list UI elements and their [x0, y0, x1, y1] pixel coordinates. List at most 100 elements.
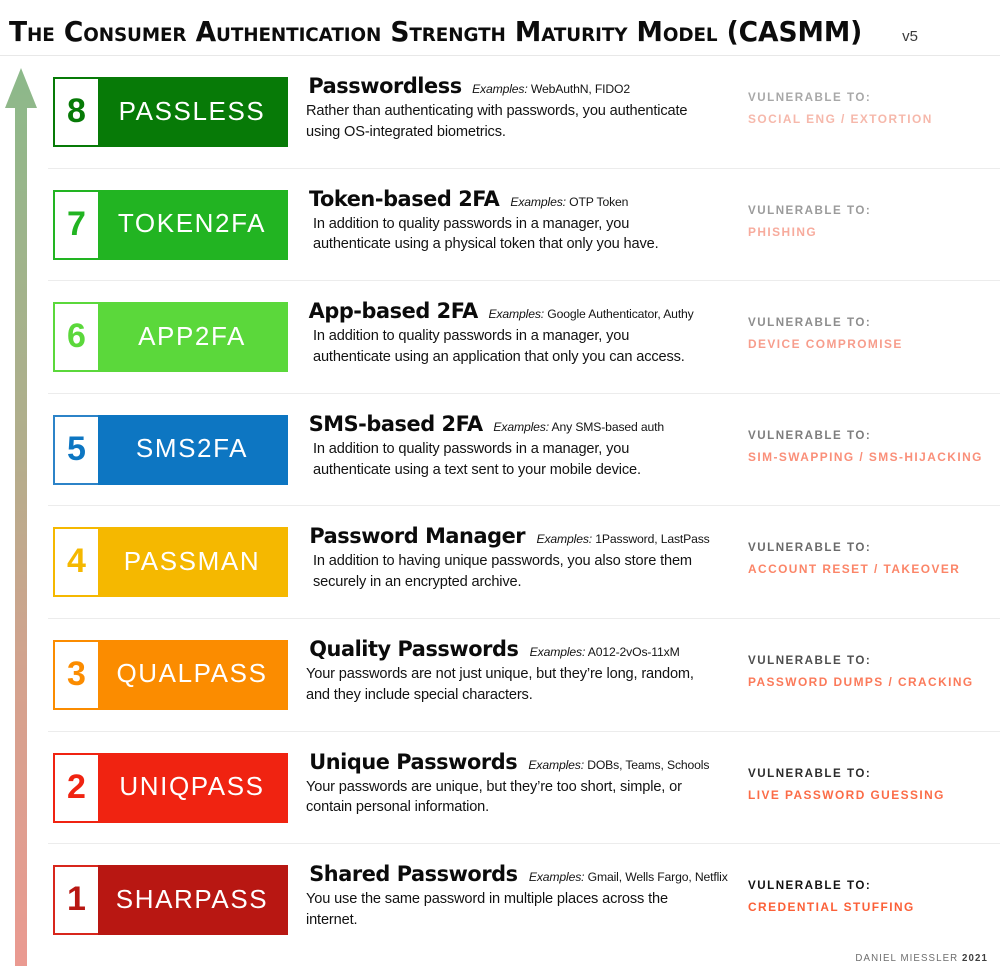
level-heading: SMS-based 2FA Examples: Any SMS-based au… — [306, 412, 706, 437]
level-badge[interactable]: 6 APP2FA — [53, 302, 288, 373]
maturity-row-7[interactable]: 7 TOKEN2FA Token-based 2FA Examples: OTP… — [48, 169, 1000, 282]
level-details: Unique Passwords Examples: DOBs, Teams, … — [306, 749, 710, 818]
vulnerability-block: VULNERABLE TO: PHISHING — [748, 204, 1000, 239]
maturity-row-3[interactable]: 3 QUALPASS Quality Passwords Examples: A… — [48, 619, 1000, 732]
vulnerability-block: VULNERABLE TO: LIVE PASSWORD GUESSING — [748, 767, 1000, 802]
vulnerable-to-value: PHISHING — [748, 224, 818, 239]
level-heading: Shared Passwords Examples: Gmail, Wells … — [306, 862, 728, 888]
maturity-row-2[interactable]: 2 UNIQPASS Unique Passwords Examples: DO… — [48, 732, 1000, 845]
page-header: The Consumer Authentication Strength Mat… — [0, 0, 1000, 56]
vulnerable-to-label: VULNERABLE TO: — [748, 203, 872, 217]
level-code-label: SHARPASS — [98, 865, 288, 936]
level-heading: App-based 2FA Examples: Google Authentic… — [306, 299, 706, 324]
level-examples: Examples: Any SMS-based auth — [493, 419, 665, 434]
level-title: SMS-based 2FA — [308, 411, 483, 437]
level-examples: Examples: OTP Token — [510, 194, 629, 209]
level-heading: Token-based 2FA Examples: OTP Token — [306, 187, 706, 212]
level-badge[interactable]: 3 QUALPASS — [53, 639, 288, 710]
page-title: The Consumer Authentication Strength Mat… — [9, 16, 863, 48]
level-badge[interactable]: 4 PASSMAN — [53, 527, 288, 598]
maturity-row-5[interactable]: 5 SMS2FA SMS-based 2FA Examples: Any SMS… — [48, 394, 1000, 507]
level-number: 7 — [53, 189, 98, 260]
header-inner: The Consumer Authentication Strength Mat… — [9, 16, 918, 48]
level-badge[interactable]: 7 TOKEN2FA — [53, 189, 288, 260]
level-description: Your passwords are not just unique, but … — [306, 665, 694, 703]
level-description: In addition to quality passwords in a ma… — [313, 215, 659, 253]
vulnerable-to-value: ACCOUNT RESET / TAKEOVER — [748, 562, 961, 577]
level-heading: Unique Passwords Examples: DOBs, Teams, … — [306, 749, 710, 775]
level-title: App-based 2FA — [308, 299, 479, 325]
vulnerability-block: VULNERABLE TO: PASSWORD DUMPS / CRACKING — [748, 654, 1000, 689]
vulnerability-block: VULNERABLE TO: SOCIAL ENG / EXTORTION — [748, 91, 1000, 126]
vulnerability-block: VULNERABLE TO: ACCOUNT RESET / TAKEOVER — [748, 541, 1000, 576]
credit-author: DANIEL MIESSLER — [855, 953, 959, 964]
level-badge[interactable]: 8 PASSLESS — [53, 77, 288, 147]
credit-year: 2021 — [962, 953, 988, 964]
level-code-label: TOKEN2FA — [98, 189, 288, 260]
level-description: Rather than authenticating with password… — [306, 103, 688, 140]
vulnerable-to-label: VULNERABLE TO: — [748, 316, 872, 330]
level-number: 2 — [53, 752, 98, 823]
level-heading: Password Manager Examples: 1Password, La… — [306, 524, 709, 550]
level-title: Shared Passwords — [309, 862, 518, 888]
vulnerable-to-label: VULNERABLE TO: — [748, 766, 872, 780]
vulnerable-to-value: SIM-SWAPPING / SMS-HIJACKING — [748, 449, 983, 464]
level-number: 6 — [53, 302, 98, 373]
level-badge[interactable]: 2 UNIQPASS — [53, 752, 288, 823]
level-code-label: APP2FA — [98, 302, 288, 373]
level-examples: Examples: WebAuthN, FIDO2 — [472, 82, 630, 96]
vulnerable-to-label: VULNERABLE TO: — [748, 879, 872, 893]
level-title: Passwordless — [308, 74, 462, 99]
level-heading: Passwordless Examples: WebAuthN, FIDO2 — [306, 74, 706, 99]
level-details: Passwordless Examples: WebAuthN, FIDO2 R… — [306, 74, 706, 142]
level-details: Password Manager Examples: 1Password, La… — [306, 524, 709, 592]
maturity-row-4[interactable]: 4 PASSMAN Password Manager Examples: 1Pa… — [48, 506, 1000, 619]
credit-line: DANIEL MIESSLER 2021 — [855, 953, 988, 964]
level-title: Unique Passwords — [309, 749, 518, 775]
level-code-label: PASSLESS — [98, 77, 288, 147]
level-details: App-based 2FA Examples: Google Authentic… — [306, 299, 706, 367]
vulnerable-to-label: VULNERABLE TO: — [748, 541, 872, 555]
vulnerability-block: VULNERABLE TO: DEVICE COMPROMISE — [748, 316, 1000, 351]
level-number: 5 — [53, 414, 98, 485]
level-number: 8 — [53, 77, 98, 147]
maturity-row-8[interactable]: 8 PASSLESS Passwordless Examples: WebAut… — [48, 56, 1000, 169]
level-details: SMS-based 2FA Examples: Any SMS-based au… — [306, 412, 706, 480]
vulnerable-to-label: VULNERABLE TO: — [748, 653, 872, 667]
level-code-label: PASSMAN — [98, 527, 288, 598]
level-title: Token-based 2FA — [308, 186, 500, 212]
level-examples: Examples: 1Password, LastPass — [536, 532, 710, 547]
vulnerable-to-value: LIVE PASSWORD GUESSING — [748, 787, 945, 802]
level-code-label: SMS2FA — [98, 414, 288, 485]
vulnerable-to-value: PASSWORD DUMPS / CRACKING — [748, 674, 974, 689]
level-details: Token-based 2FA Examples: OTP Token In a… — [306, 187, 706, 255]
level-code-label: QUALPASS — [98, 639, 288, 710]
level-code-label: UNIQPASS — [98, 752, 288, 823]
level-examples: Examples: DOBs, Teams, Schools — [528, 757, 710, 772]
vulnerability-block: VULNERABLE TO: SIM-SWAPPING / SMS-HIJACK… — [748, 429, 1000, 464]
vulnerable-to-label: VULNERABLE TO: — [748, 428, 872, 442]
level-number: 1 — [53, 865, 98, 936]
level-description: In addition to quality passwords in a ma… — [313, 328, 685, 365]
level-description: Your passwords are unique, but they’re t… — [306, 778, 682, 816]
maturity-rows: 8 PASSLESS Passwordless Examples: WebAut… — [0, 56, 1000, 957]
vulnerability-block: VULNERABLE TO: CREDENTIAL STUFFING — [748, 879, 1000, 914]
level-description: In addition to quality passwords in a ma… — [313, 440, 641, 478]
level-badge[interactable]: 5 SMS2FA — [53, 414, 288, 485]
level-details: Shared Passwords Examples: Gmail, Wells … — [306, 862, 728, 930]
maturity-row-1[interactable]: 1 SHARPASS Shared Passwords Examples: Gm… — [48, 844, 1000, 957]
level-badge[interactable]: 1 SHARPASS — [53, 865, 288, 936]
level-details: Quality Passwords Examples: A012-2vOs-11… — [306, 637, 706, 705]
maturity-row-6[interactable]: 6 APP2FA App-based 2FA Examples: Google … — [48, 281, 1000, 394]
level-title: Password Manager — [309, 524, 526, 550]
level-title: Quality Passwords — [309, 636, 519, 662]
vulnerable-to-value: SOCIAL ENG / EXTORTION — [748, 112, 933, 126]
vulnerable-to-value: CREDENTIAL STUFFING — [748, 900, 915, 915]
level-examples: Examples: Gmail, Wells Fargo, Netflix — [528, 870, 728, 885]
level-examples: Examples: Google Authenticator, Authy — [488, 307, 694, 322]
vulnerable-to-label: VULNERABLE TO: — [748, 91, 872, 104]
version-label: v5 — [902, 28, 918, 45]
level-number: 4 — [53, 527, 98, 598]
level-description: In addition to having unique passwords, … — [313, 553, 692, 591]
level-description: You use the same password in multiple pl… — [306, 891, 668, 928]
